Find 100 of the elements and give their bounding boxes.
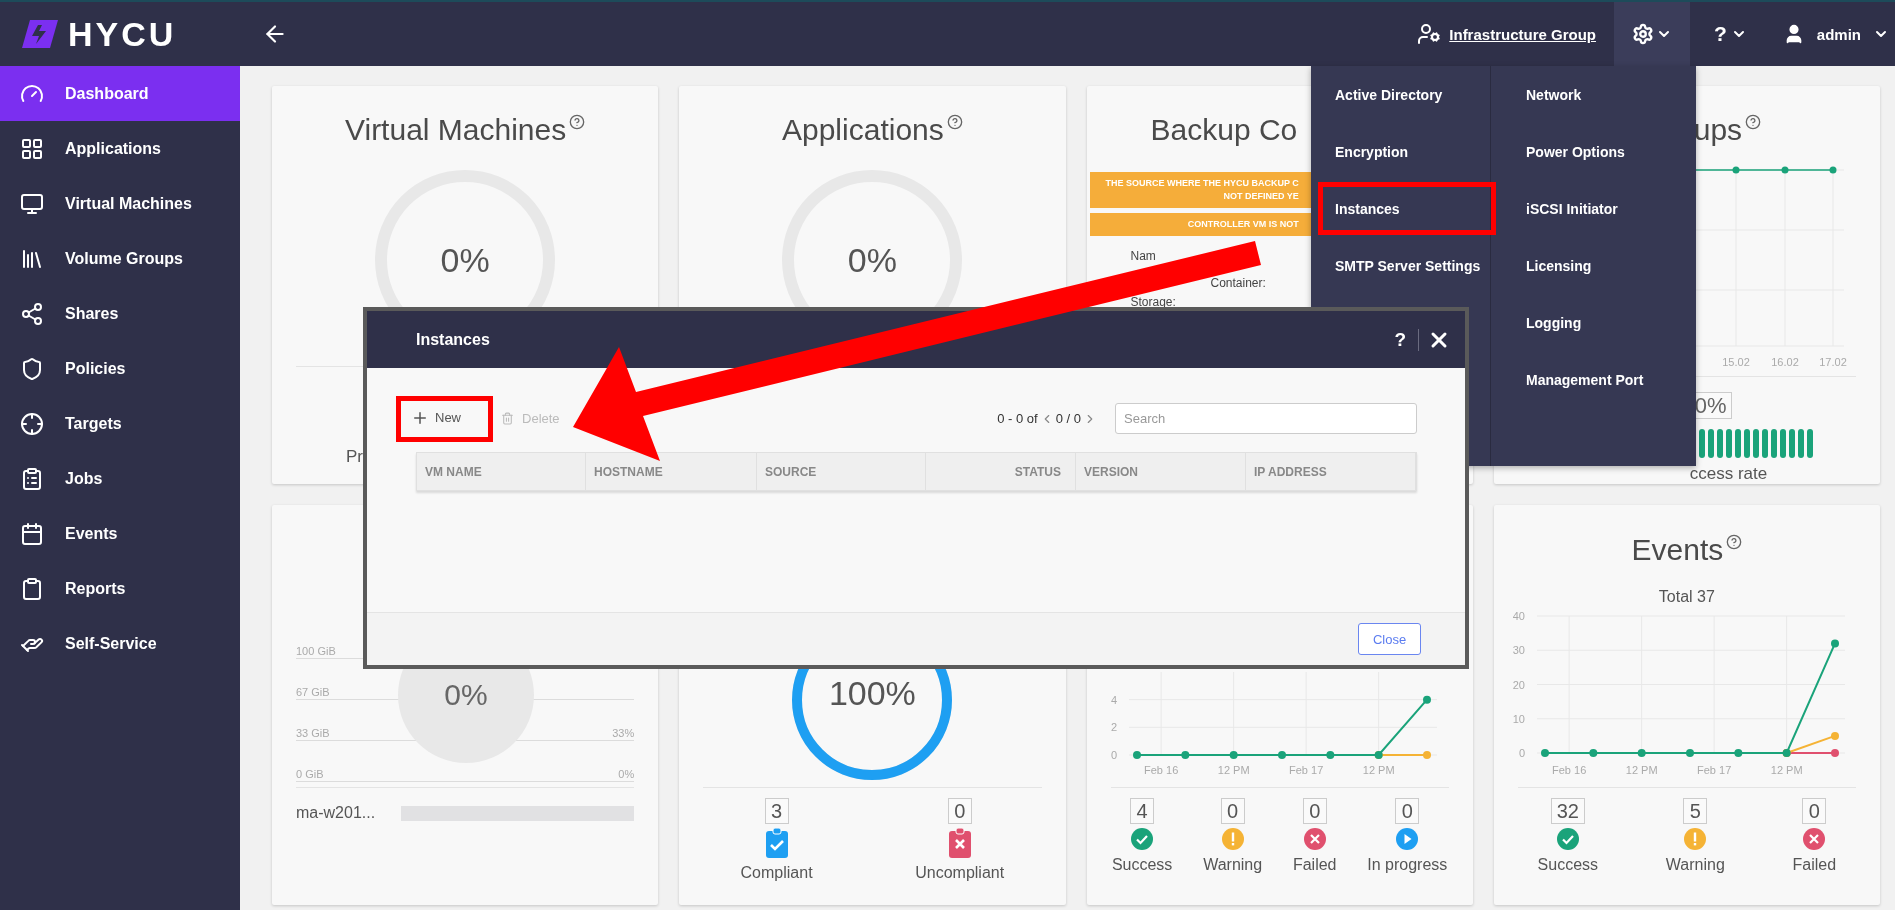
axis-label: 67 GiB [296, 686, 330, 698]
stat-label: Compliant [740, 864, 813, 882]
count-value: 0 [1302, 798, 1327, 824]
sidebar-item[interactable]: Shares [0, 286, 240, 341]
help-icon[interactable] [569, 114, 586, 130]
sidebar-item[interactable]: Self-Service [0, 616, 240, 671]
help-icon[interactable] [1745, 114, 1762, 130]
menu-item[interactable]: SMTP Server Settings [1335, 237, 1481, 294]
axis-label: 0 [1110, 749, 1117, 761]
dialog-title: Instances [416, 330, 491, 349]
menu-item[interactable]: Management Port [1526, 351, 1644, 408]
axis-label: 0 [1518, 747, 1525, 759]
trash-icon [501, 412, 514, 425]
data-point [1734, 749, 1743, 757]
axis-label: 0 GiB [296, 768, 324, 780]
menu-item[interactable]: Logging [1526, 294, 1582, 351]
clipboard-check-icon [765, 828, 788, 858]
percent-value: 0% [847, 240, 897, 280]
x-circle-icon [1303, 828, 1326, 850]
data-point [1422, 751, 1431, 759]
warning-text: NOT DEFINED YE [1223, 190, 1299, 203]
axis-label: 12 PM [1625, 764, 1658, 776]
menu-item[interactable]: Active Directory [1335, 66, 1443, 123]
shield-icon [20, 356, 44, 381]
stat-label: Failed [1292, 856, 1337, 874]
axis-label: 12 PM [1217, 764, 1250, 776]
exclamation-circle-icon [1684, 828, 1707, 850]
sidebar-item[interactable]: Policies [0, 341, 240, 396]
close-button[interactable]: Close [1358, 623, 1421, 655]
sidebar-item[interactable]: Jobs [0, 451, 240, 506]
card-title: Applications [782, 112, 944, 148]
card-title: Backup Co [1150, 112, 1298, 148]
check-circle-icon [1556, 828, 1579, 850]
play-circle-icon [1396, 828, 1419, 850]
card-caption: ccess rate [1689, 464, 1769, 484]
stat-label: Success [1111, 856, 1173, 874]
menu-item[interactable]: Instances [1335, 180, 1400, 237]
calendar-icon [20, 521, 44, 546]
sidebar-item[interactable]: Applications [0, 121, 240, 176]
sidebar-item[interactable]: Virtual Machines [0, 176, 240, 231]
field-label: Nam [1130, 249, 1156, 263]
axis-label: 100 GiB [296, 645, 336, 657]
user-menu-button[interactable]: admin [1782, 23, 1889, 45]
sidebar-item[interactable]: Volume Groups [0, 231, 240, 286]
help-icon[interactable] [946, 114, 963, 130]
group-link[interactable]: Infrastructure Group [1449, 25, 1596, 43]
count-value: 32 [1550, 798, 1585, 824]
sidebar-item[interactable]: Targets [0, 396, 240, 451]
card-title: ups [1693, 112, 1743, 148]
settings-button[interactable] [1614, 2, 1690, 66]
data-point [1422, 695, 1431, 704]
stat-label: Uncompliant [915, 864, 1005, 882]
menu-item[interactable]: Power Options [1526, 123, 1625, 180]
data-point [1830, 639, 1839, 648]
count-value: 0 [1220, 798, 1245, 824]
clipboard-list-icon [20, 466, 44, 491]
user-gear-icon [1417, 22, 1442, 46]
field-label: Container: [1210, 276, 1266, 290]
count-value: 0 [1395, 798, 1420, 824]
axis-label: 40 [1512, 610, 1525, 622]
axis-label: 2 [1110, 721, 1117, 734]
axis-label: Feb 17 [1288, 764, 1323, 776]
sidebar-item[interactable]: Events [0, 506, 240, 561]
card-title: Virtual Machines [345, 112, 567, 148]
axis-label: Feb 17 [1696, 764, 1732, 776]
help-icon[interactable] [1726, 534, 1743, 550]
card-caption: Pr [345, 447, 364, 467]
menu-item[interactable]: Network [1526, 66, 1582, 123]
menu-item[interactable]: Licensing [1526, 237, 1592, 294]
new-button[interactable]: New [411, 408, 461, 427]
axis-label: 16.02 [1771, 356, 1799, 368]
percent-value: 0% [444, 678, 488, 712]
stat-label: Warning [1665, 856, 1725, 874]
axis-label: Feb 16 [1143, 764, 1178, 776]
axis-label: 12 PM [1362, 764, 1395, 776]
axis-label: 4 [1110, 693, 1117, 706]
data-point [1830, 731, 1839, 740]
percent-value: 100% [828, 673, 916, 713]
data-point [1277, 751, 1286, 759]
menu-item[interactable]: iSCSI Initiator [1526, 180, 1618, 237]
axis-label: 33% [612, 727, 635, 739]
data-point [1325, 751, 1334, 759]
data-point [1685, 749, 1694, 757]
logo-text: HYCU [68, 14, 177, 54]
logo-mark-icon [22, 20, 58, 48]
search-field[interactable]: Search [1115, 403, 1417, 434]
sidebar-item[interactable]: Dashboard [0, 66, 240, 121]
count-value: 0 [947, 798, 972, 824]
dialog-help-button[interactable]: ? [1382, 328, 1419, 351]
help-menu-button[interactable]: ? [1714, 22, 1747, 46]
data-point [1180, 751, 1189, 759]
axis-label: 12 PM [1770, 764, 1803, 776]
stat-label: Failed [1792, 856, 1837, 874]
settings-icon [1632, 23, 1654, 45]
total-label: Total 37 [1658, 588, 1715, 606]
menu-item[interactable]: Encryption [1335, 123, 1409, 180]
sidebar-item[interactable]: Reports [0, 561, 240, 616]
data-point [1229, 751, 1238, 759]
stat-label: In progress [1367, 856, 1448, 874]
share-icon [20, 301, 44, 326]
